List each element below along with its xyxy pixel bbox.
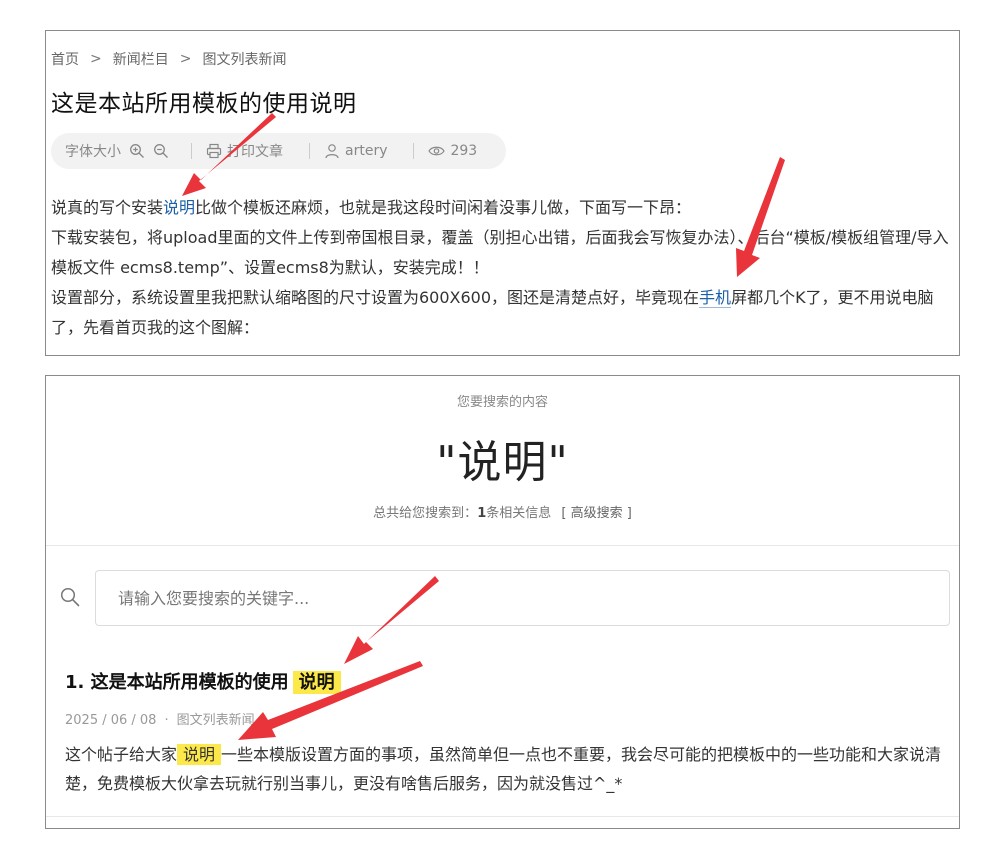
- result-divider: [46, 816, 959, 817]
- keyword-link-shuoming[interactable]: 说明: [163, 198, 195, 217]
- paragraph-text: 说真的写个安装: [51, 198, 164, 217]
- search-input[interactable]: [95, 570, 950, 626]
- paragraph-text: 设置部分，系统设置里我把默认缩略图的尺寸设置为600X600，图还是清楚点好，毕…: [51, 288, 700, 307]
- font-size-control: 字体大小: [65, 141, 169, 161]
- breadcrumb-image-list-news[interactable]: 图文列表新闻: [202, 49, 286, 69]
- print-icon: [206, 143, 222, 159]
- advanced-search-link[interactable]: [ 高级搜索 ]: [561, 506, 631, 521]
- snippet-text: 这个帖子给大家: [65, 745, 178, 764]
- article-panel: 首页 > 新闻栏目 > 图文列表新闻 这是本站所用模板的使用说明 字体大小 打印…: [45, 30, 960, 356]
- search-summary: 总共给您搜索到：1条相关信息 [ 高级搜索 ]: [46, 502, 959, 521]
- font-size-label: 字体大小: [65, 144, 121, 160]
- result-meta: 2025 / 06 / 08 · 图文列表新闻: [65, 709, 255, 728]
- toolbar-divider: [413, 143, 415, 159]
- result-snippet: 这个帖子给大家 说明 一些本模版设置方面的事项，虽然简单但一点也不重要，我会尽可能的…: [65, 740, 945, 798]
- search-icon[interactable]: [60, 587, 80, 611]
- breadcrumb-separator: >: [179, 51, 192, 67]
- search-query-display: "说明": [436, 437, 569, 488]
- result-count: 1: [477, 506, 487, 521]
- result-title[interactable]: 1. 这是本站所用模板的使用 说明: [65, 668, 341, 694]
- view-count: 293: [428, 143, 477, 159]
- article-title: 这是本站所用模板的使用说明: [51, 91, 357, 117]
- article-paragraph: 说真的写个安装说明比做个模板还麻烦，也就是我这段时间闲着没事儿做，下面写一下昂：: [51, 193, 956, 223]
- article-paragraph: 下载安装包，将upload里面的文件上传到帝国根目录，覆盖（别担心出错，后面我会…: [51, 228, 949, 277]
- print-label: 打印文章: [227, 144, 283, 160]
- paragraph-text: 比做个模板还麻烦，也就是我这段时间闲着没事儿做，下面写一下昂：: [195, 198, 692, 217]
- search-heading-label: 您要搜索的内容: [456, 395, 548, 410]
- print-article-button[interactable]: 打印文章: [206, 141, 283, 161]
- author-name: artery: [345, 143, 388, 159]
- result-index: 1.: [65, 672, 85, 693]
- toolbar-divider: [309, 143, 310, 159]
- result-date: 2025 / 06 / 08: [65, 713, 157, 728]
- user-icon: [324, 143, 340, 159]
- summary-prefix: 总共给您搜索到：: [373, 506, 478, 521]
- breadcrumb-separator: >: [90, 51, 102, 67]
- result-category-link[interactable]: 图文列表新闻: [177, 713, 255, 728]
- summary-suffix: 条相关信息: [486, 506, 552, 521]
- keyword-link-shouji[interactable]: 手机: [699, 288, 732, 308]
- breadcrumb: 首页 > 新闻栏目 > 图文列表新闻: [51, 49, 286, 69]
- view-count-value: 293: [450, 143, 478, 159]
- zoom-in-icon[interactable]: [129, 143, 145, 159]
- meta-dot: ·: [164, 713, 169, 728]
- keyword-highlight: 说明: [177, 744, 222, 765]
- article-paragraph: 设置部分，系统设置里我把默认缩略图的尺寸设置为600X600，图还是清楚点好，毕…: [51, 283, 956, 343]
- search-panel: 您要搜索的内容 "说明" 总共给您搜索到：1条相关信息 [ 高级搜索 ] 1. …: [45, 375, 960, 829]
- section-divider: [46, 545, 959, 546]
- breadcrumb-news-column[interactable]: 新闻栏目: [113, 49, 169, 69]
- breadcrumb-home[interactable]: 首页: [51, 49, 79, 69]
- keyword-highlight: 说明: [292, 671, 341, 694]
- article-toolbar: 字体大小 打印文章 artery 293: [51, 133, 506, 169]
- result-title-link[interactable]: 1. 这是本站所用模板的使用 说明: [65, 671, 341, 694]
- article-body: 说真的写个安装说明比做个模板还麻烦，也就是我这段时间闲着没事儿做，下面写一下昂：…: [51, 193, 956, 343]
- result-title-text: 这是本站所用模板的使用: [90, 672, 289, 693]
- author-info: artery: [324, 143, 387, 159]
- toolbar-divider: [191, 143, 192, 159]
- zoom-out-icon[interactable]: [153, 143, 169, 159]
- eye-icon: [428, 143, 446, 159]
